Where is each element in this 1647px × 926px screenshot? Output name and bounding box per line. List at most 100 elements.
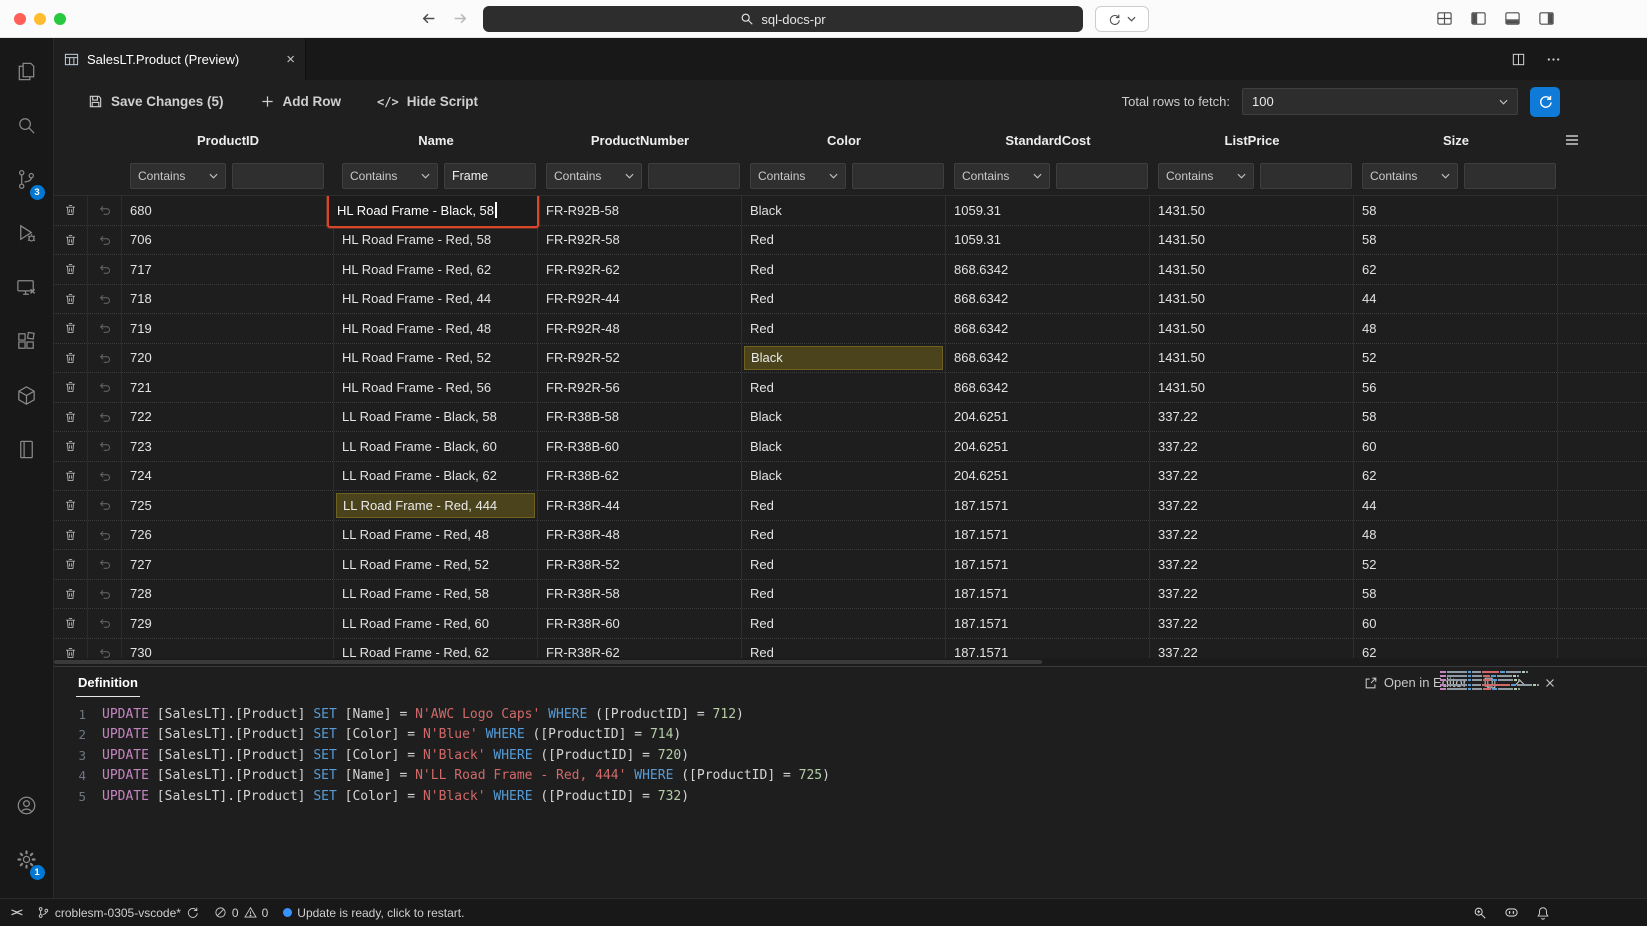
- cell-color[interactable]: Black: [742, 344, 946, 373]
- cell-productid[interactable]: 726: [122, 521, 334, 550]
- cell-productid[interactable]: 722: [122, 403, 334, 432]
- filter-input-productnumber[interactable]: [648, 163, 740, 189]
- cell-size[interactable]: 62: [1354, 462, 1558, 491]
- cell-size[interactable]: 56: [1354, 373, 1558, 402]
- column-header-color[interactable]: Color: [742, 133, 946, 148]
- cell-listprice[interactable]: 1431.50: [1150, 344, 1354, 373]
- cell-size[interactable]: 48: [1354, 314, 1558, 343]
- cell-standardcost[interactable]: 868.6342: [946, 314, 1150, 343]
- cell-productid[interactable]: 723: [122, 432, 334, 461]
- cell-standardcost[interactable]: 187.1571: [946, 580, 1150, 609]
- cell-name[interactable]: LL Road Frame - Red, 52: [334, 550, 538, 579]
- cell-size[interactable]: 62: [1354, 639, 1558, 659]
- modified-cell[interactable]: Black: [744, 346, 943, 371]
- cell-productid[interactable]: 720: [122, 344, 334, 373]
- cell-standardcost[interactable]: 1059.31: [946, 226, 1150, 255]
- column-header-productnumber[interactable]: ProductNumber: [538, 133, 742, 148]
- cell-size[interactable]: 44: [1354, 491, 1558, 520]
- cell-productid[interactable]: 730: [122, 639, 334, 659]
- filter-operator-productid[interactable]: Contains: [130, 163, 226, 189]
- cell-name[interactable]: LL Road Frame - Black, 60: [334, 432, 538, 461]
- cell-productnumber[interactable]: FR-R38B-60: [538, 432, 742, 461]
- update-ready-message[interactable]: Update is ready, click to restart.: [283, 906, 464, 920]
- cell-size[interactable]: 58: [1354, 580, 1558, 609]
- book-icon[interactable]: [3, 424, 51, 474]
- cell-productnumber[interactable]: FR-R92R-62: [538, 255, 742, 284]
- source-control-icon[interactable]: 3: [3, 154, 51, 204]
- revert-row-button[interactable]: [88, 580, 122, 609]
- revert-row-button[interactable]: [88, 403, 122, 432]
- cell-size[interactable]: 60: [1354, 432, 1558, 461]
- delete-row-button[interactable]: [54, 344, 88, 373]
- filter-input-listprice[interactable]: [1260, 163, 1352, 189]
- cell-color[interactable]: Black: [742, 462, 946, 491]
- revert-row-button[interactable]: [88, 639, 122, 659]
- delete-row-button[interactable]: [54, 491, 88, 520]
- tab-definition[interactable]: Definition: [76, 667, 140, 697]
- revert-row-button[interactable]: [88, 521, 122, 550]
- run-debug-icon[interactable]: [3, 208, 51, 258]
- toggle-panel-icon[interactable]: [1504, 10, 1521, 27]
- cell-productid[interactable]: 725: [122, 491, 334, 520]
- cell-productnumber[interactable]: FR-R92B-58: [538, 196, 742, 225]
- delete-row-button[interactable]: [54, 403, 88, 432]
- filter-input-productid[interactable]: [232, 163, 324, 189]
- back-arrow-icon[interactable]: [420, 10, 437, 27]
- package-icon[interactable]: [3, 370, 51, 420]
- cell-productnumber[interactable]: FR-R92R-56: [538, 373, 742, 402]
- cell-listprice[interactable]: 337.22: [1150, 580, 1354, 609]
- revert-row-button[interactable]: [88, 196, 122, 225]
- revert-row-button[interactable]: [88, 462, 122, 491]
- cell-color[interactable]: Black: [742, 403, 946, 432]
- cell-name[interactable]: HL Road Frame - Black, 58: [334, 196, 538, 225]
- cell-color[interactable]: Red: [742, 314, 946, 343]
- revert-row-button[interactable]: [88, 609, 122, 638]
- cell-name[interactable]: LL Road Frame - Red, 62: [334, 639, 538, 659]
- revert-row-button[interactable]: [88, 255, 122, 284]
- delete-row-button[interactable]: [54, 550, 88, 579]
- remote-explorer-icon[interactable]: [3, 262, 51, 312]
- delete-row-button[interactable]: [54, 639, 88, 659]
- cell-standardcost[interactable]: 1059.31: [946, 196, 1150, 225]
- cell-color[interactable]: Red: [742, 255, 946, 284]
- revert-row-button[interactable]: [88, 491, 122, 520]
- zoom-in-icon[interactable]: [1473, 906, 1487, 920]
- cell-listprice[interactable]: 1431.50: [1150, 314, 1354, 343]
- cell-color[interactable]: Red: [742, 226, 946, 255]
- cell-standardcost[interactable]: 868.6342: [946, 344, 1150, 373]
- cell-name[interactable]: HL Road Frame - Red, 56: [334, 373, 538, 402]
- cell-listprice[interactable]: 337.22: [1150, 403, 1354, 432]
- cell-size[interactable]: 58: [1354, 226, 1558, 255]
- cell-standardcost[interactable]: 187.1571: [946, 550, 1150, 579]
- cell-standardcost[interactable]: 868.6342: [946, 285, 1150, 314]
- cell-listprice[interactable]: 1431.50: [1150, 285, 1354, 314]
- explorer-icon[interactable]: [3, 46, 51, 96]
- cell-size[interactable]: 52: [1354, 344, 1558, 373]
- cell-name[interactable]: LL Road Frame - Black, 62: [334, 462, 538, 491]
- modified-cell[interactable]: LL Road Frame - Red, 444: [336, 493, 535, 518]
- revert-row-button[interactable]: [88, 344, 122, 373]
- cell-standardcost[interactable]: 204.6251: [946, 462, 1150, 491]
- revert-row-button[interactable]: [88, 314, 122, 343]
- cell-standardcost[interactable]: 187.1571: [946, 639, 1150, 659]
- delete-row-button[interactable]: [54, 314, 88, 343]
- more-actions-icon[interactable]: [1546, 52, 1561, 67]
- cell-productid[interactable]: 727: [122, 550, 334, 579]
- customize-layout-icon[interactable]: [1436, 10, 1453, 27]
- tab-saleslt-product[interactable]: SalesLT.Product (Preview) ×: [54, 38, 306, 80]
- cell-listprice[interactable]: 337.22: [1150, 639, 1354, 659]
- filter-operator-name[interactable]: Contains: [342, 163, 438, 189]
- cell-color[interactable]: Black: [742, 196, 946, 225]
- column-header-size[interactable]: Size: [1354, 133, 1558, 148]
- cell-productnumber[interactable]: FR-R38B-62: [538, 462, 742, 491]
- cell-productid[interactable]: 724: [122, 462, 334, 491]
- cell-color[interactable]: Red: [742, 285, 946, 314]
- titlebar-sync-button[interactable]: [1095, 6, 1149, 32]
- cell-name[interactable]: LL Road Frame - Red, 48: [334, 521, 538, 550]
- cell-productnumber[interactable]: FR-R38R-62: [538, 639, 742, 659]
- filter-operator-listprice[interactable]: Contains: [1158, 163, 1254, 189]
- delete-row-button[interactable]: [54, 255, 88, 284]
- accounts-icon[interactable]: [3, 780, 51, 830]
- cell-standardcost[interactable]: 187.1571: [946, 491, 1150, 520]
- cell-name[interactable]: HL Road Frame - Red, 62: [334, 255, 538, 284]
